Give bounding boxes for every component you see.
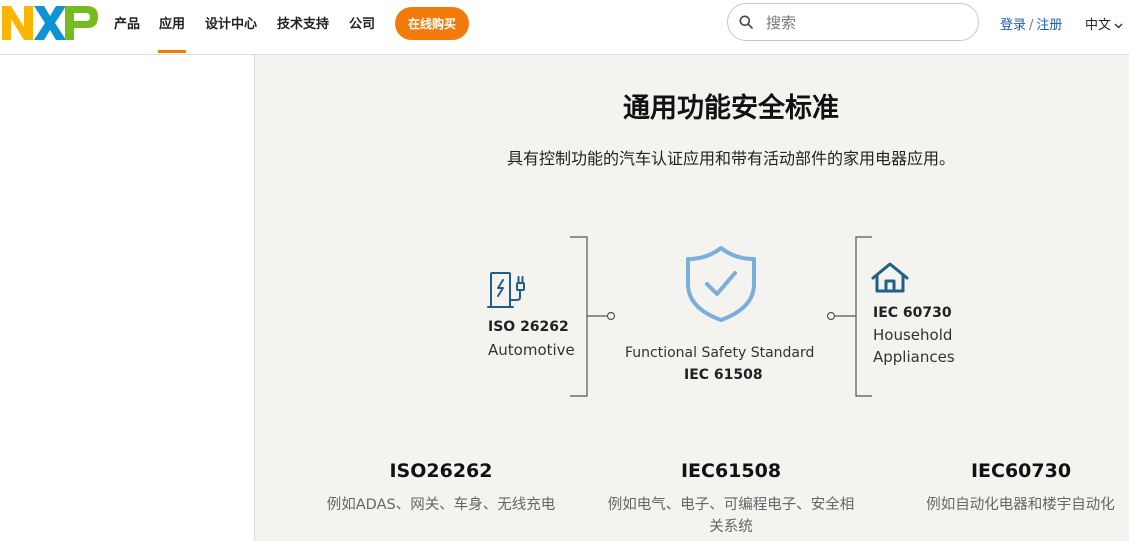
login-register: 登录 / 注册 (1000, 14, 1062, 33)
top-navigation-bar: 产品 应用 设计中心 技术支持 公司 在线购买 登录/注册 中文 (0, 0, 1129, 55)
right-standard-code: IEC 60730 (873, 305, 952, 321)
shield-check-icon (686, 246, 756, 322)
chevron-down-icon (1114, 23, 1123, 28)
column-desc-iec60730: 例如自动化电器和楼宇自动化 (926, 497, 1115, 513)
right-standard-label-line2: Appliances (873, 348, 955, 366)
nxp-logo[interactable] (2, 6, 98, 40)
column-desc-iso26262: 例如ADAS、网关、车身、无线充电 (326, 497, 556, 513)
nav-design-center[interactable]: 设计中心 (205, 13, 257, 32)
login-separator: / (1029, 18, 1034, 33)
section-subtitle: 具有控制功能的汽车认证应用和带有活动部件的家用电器应用。 (506, 149, 955, 168)
language-label: 中文 (1085, 18, 1112, 33)
buy-online-button[interactable]: 在线购买 (395, 7, 469, 40)
register-link[interactable]: 注册 (1036, 18, 1062, 33)
center-standard-code: IEC 61508 (684, 367, 763, 383)
ev-charger-icon (487, 272, 525, 308)
nav-products[interactable]: 产品 (114, 13, 140, 32)
search-icon[interactable] (739, 15, 753, 29)
left-panel (0, 55, 255, 541)
left-standard-code: ISO 26262 (488, 319, 569, 335)
right-standard-label-line1: Household (873, 326, 953, 344)
section-title: 通用功能安全标准 (623, 93, 839, 124)
house-icon (871, 262, 909, 293)
column-title-iec60730: IEC60730 (970, 460, 1072, 482)
search-input[interactable] (764, 10, 968, 36)
left-standard-label: Automotive (488, 341, 575, 359)
nav-company[interactable]: 公司 (349, 13, 375, 32)
column-title-iso26262: ISO26262 (389, 460, 493, 482)
language-selector[interactable]: 中文 (1085, 14, 1123, 33)
login-link[interactable]: 登录 (1000, 18, 1026, 33)
left-bracket (570, 236, 616, 397)
center-standard-label: Functional Safety Standard (625, 345, 815, 361)
right-bracket (826, 236, 872, 397)
search-box (727, 3, 979, 41)
nav-support[interactable]: 技术支持 (277, 13, 329, 32)
column-title-iec61508: IEC61508 (680, 460, 782, 482)
nav-applications[interactable]: 应用 (157, 13, 187, 53)
column-desc-iec61508: 例如电气、电子、可编程电子、安全相关系统 (607, 497, 855, 535)
